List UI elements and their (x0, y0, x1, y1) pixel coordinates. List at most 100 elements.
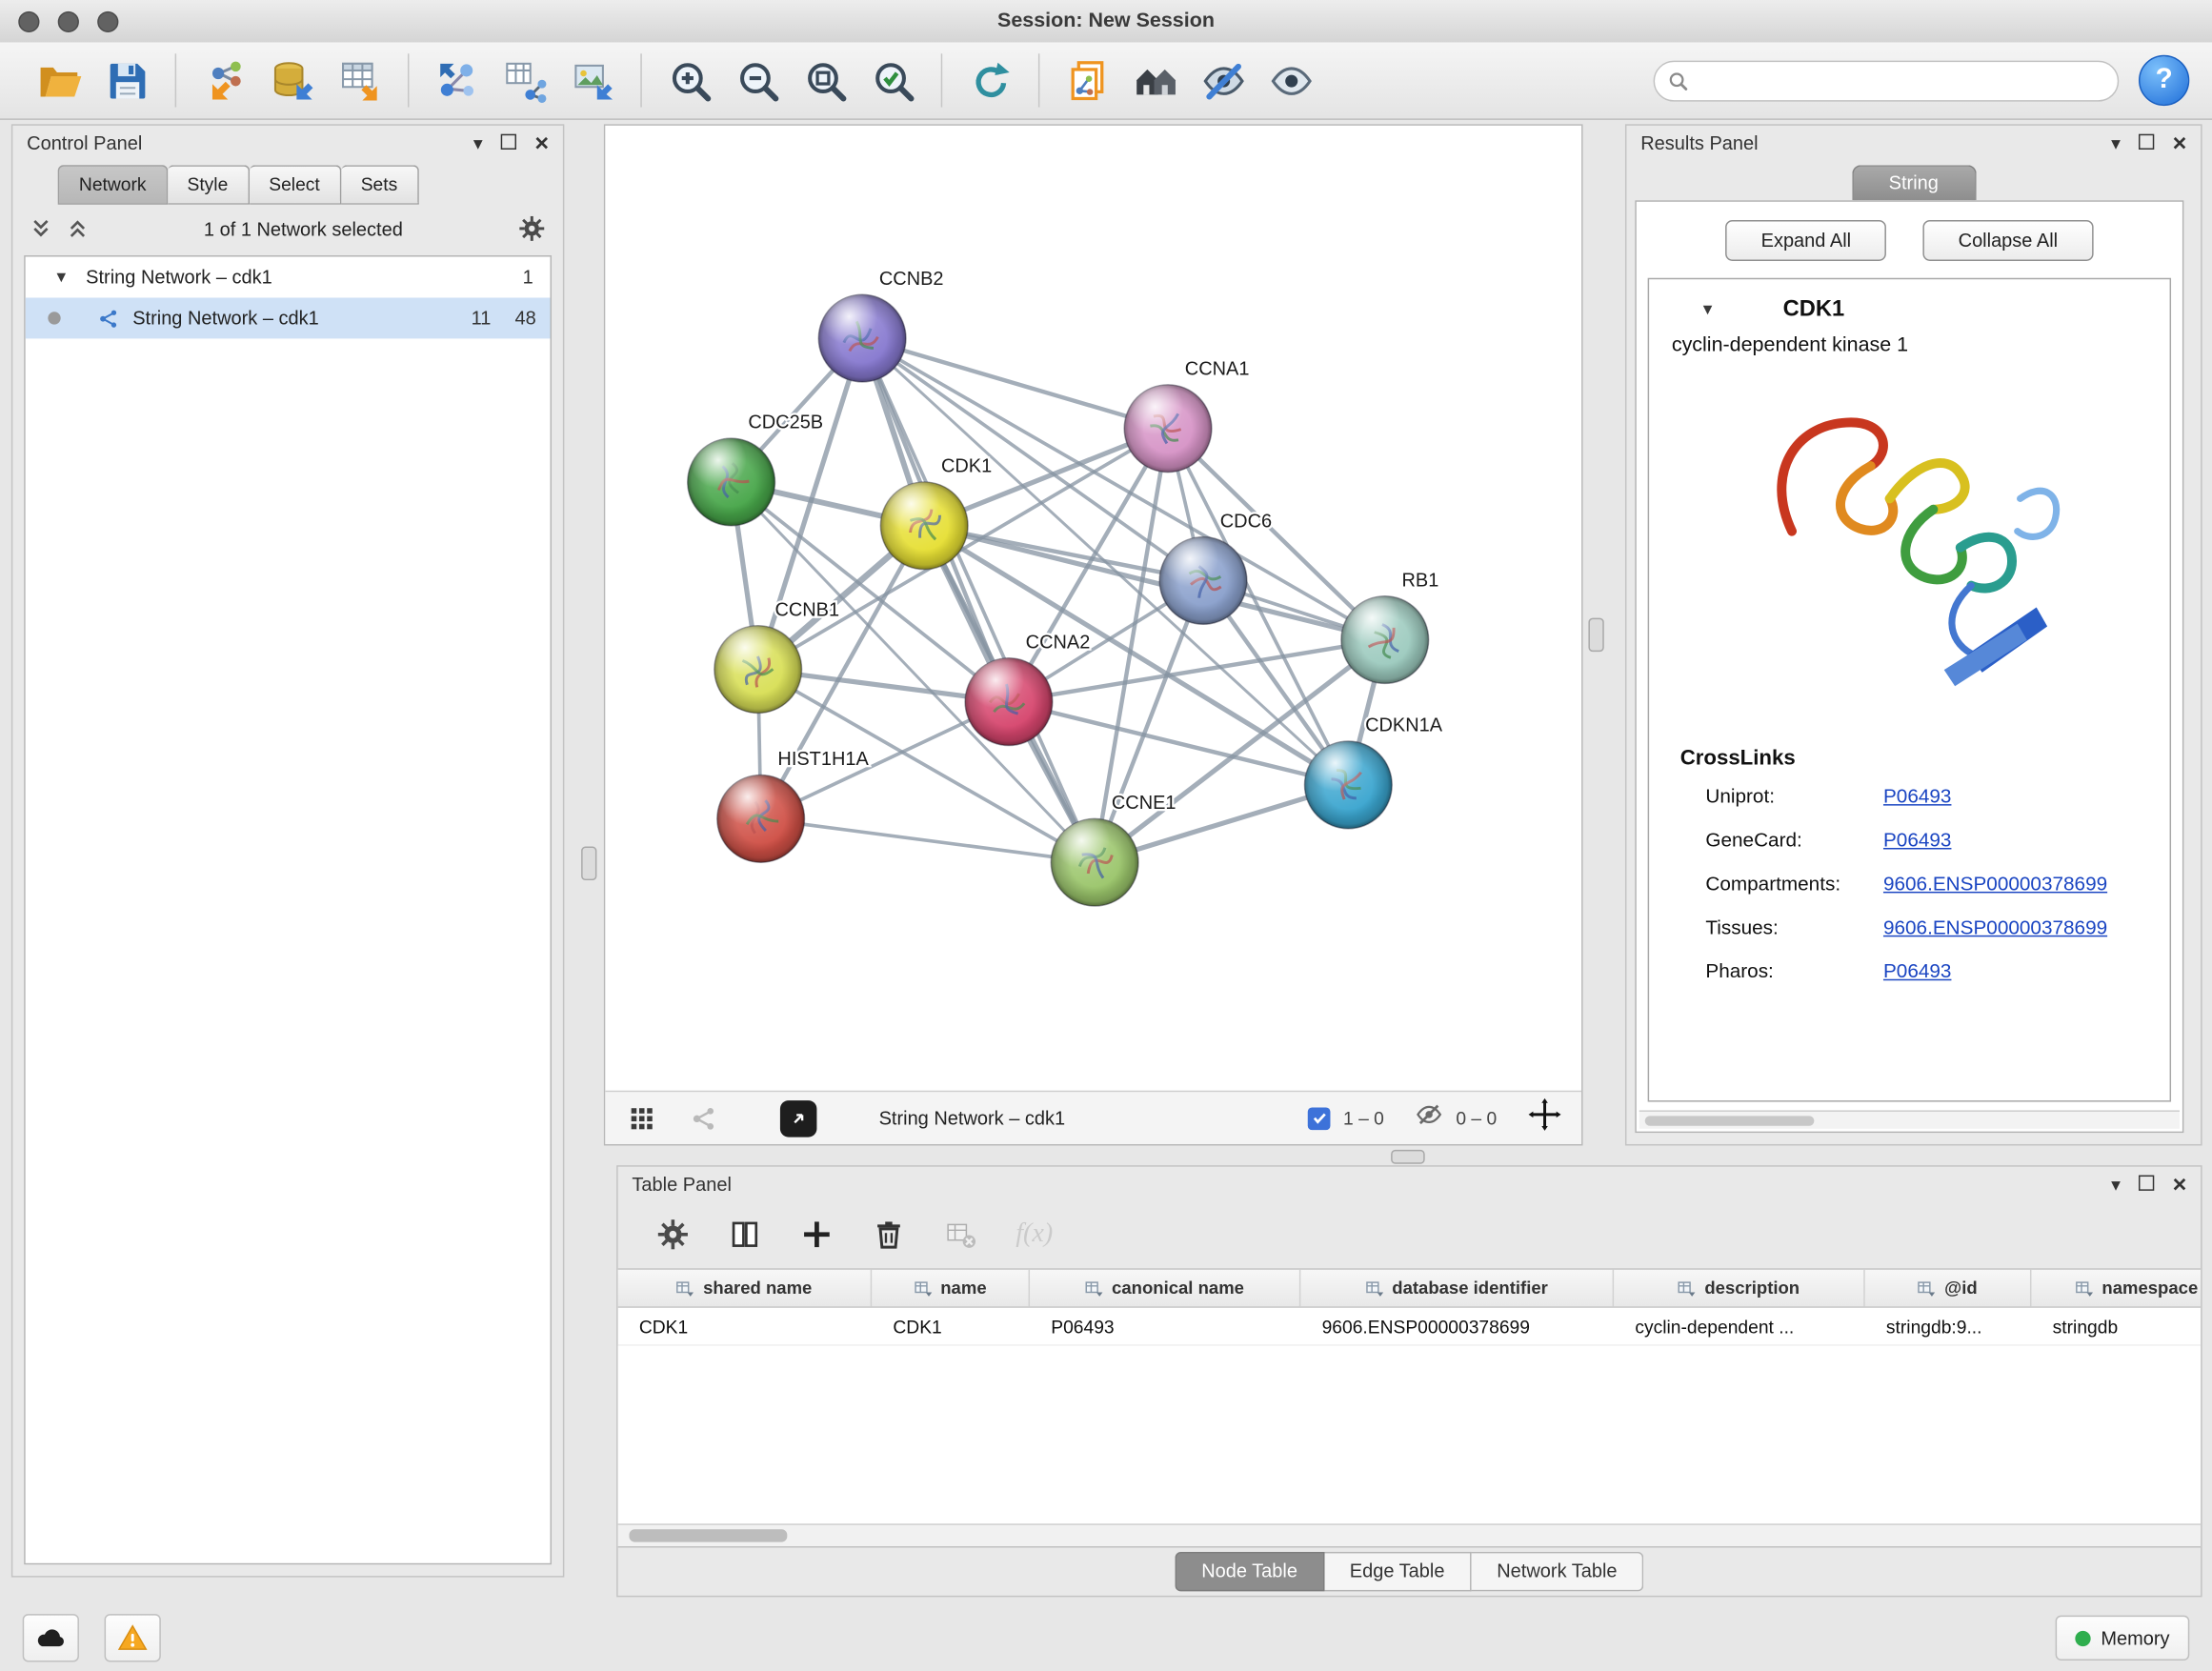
cloud-status-button[interactable] (23, 1614, 79, 1661)
panel-close-icon[interactable]: × (2173, 131, 2187, 154)
column-header--id[interactable]: @id (1865, 1270, 2032, 1307)
panel-float-icon[interactable] (2139, 133, 2154, 151)
panel-close-icon[interactable]: × (2173, 1172, 2187, 1196)
crosslink-link[interactable]: P06493 (1883, 958, 1951, 981)
warnings-button[interactable] (105, 1614, 161, 1661)
splitter-handle[interactable] (581, 847, 596, 881)
column-header-database-identifier[interactable]: database identifier (1300, 1270, 1614, 1307)
network-node-CDKN1A[interactable] (1304, 741, 1392, 829)
network-row[interactable]: String Network – cdk1 11 48 (26, 297, 551, 338)
tab-string[interactable]: String (1852, 165, 1976, 200)
tab-edge-table[interactable]: Edge Table (1324, 1552, 1471, 1591)
new-network-button[interactable] (423, 48, 491, 112)
tab-sets[interactable]: Sets (341, 165, 418, 204)
table-cell[interactable]: CDK1 (618, 1308, 873, 1345)
help-button[interactable]: ? (2139, 55, 2189, 106)
panel-menu-icon[interactable]: ▾ (2111, 133, 2121, 151)
table-options-gear-icon[interactable] (656, 1218, 691, 1252)
splitter-handle[interactable] (1588, 618, 1603, 653)
export-image-button[interactable] (558, 48, 626, 112)
collapse-all-button[interactable]: Collapse All (1923, 220, 2094, 261)
zoom-fit-button[interactable] (792, 48, 859, 112)
table-cell[interactable]: cyclin-dependent ... (1614, 1308, 1865, 1345)
panel-menu-icon[interactable]: ▾ (473, 133, 483, 151)
column-header-description[interactable]: description (1614, 1270, 1865, 1307)
crosslink-link[interactable]: 9606.ENSP00000378699 (1883, 871, 2107, 894)
zoom-selected-button[interactable] (859, 48, 927, 112)
open-diagram-button[interactable] (1054, 48, 1121, 112)
select-columns-icon[interactable] (728, 1218, 762, 1252)
scrollbar-thumb[interactable] (629, 1529, 787, 1541)
panel-menu-icon[interactable]: ▾ (2111, 1175, 2121, 1193)
network-node-CCNE1[interactable] (1051, 818, 1138, 906)
crosslink-link[interactable]: P06493 (1883, 828, 1951, 851)
share-network-icon[interactable] (690, 1104, 718, 1133)
pan-crosshair-icon[interactable] (1528, 1097, 1562, 1138)
column-header-namespace[interactable]: namespace (2031, 1270, 2201, 1307)
network-node-RB1[interactable] (1341, 596, 1429, 684)
network-node-CDC6[interactable] (1159, 537, 1247, 625)
splitter-handle[interactable] (1391, 1150, 1425, 1164)
table-scrollbar[interactable] (618, 1523, 2202, 1546)
import-network-database-button[interactable] (258, 48, 326, 112)
network-node-CCNB2[interactable] (818, 294, 906, 382)
zoom-in-button[interactable] (656, 48, 724, 112)
save-session-button[interactable] (93, 48, 161, 112)
import-table-button[interactable] (326, 48, 393, 112)
memory-button[interactable]: Memory (2056, 1616, 2189, 1661)
column-header-name[interactable]: name (872, 1270, 1030, 1307)
edge-CCNB2-CCNE1[interactable] (862, 338, 1095, 862)
network-collection-row[interactable]: ▼ String Network – cdk1 1 (26, 257, 551, 298)
collapse-all-networks-icon[interactable] (30, 216, 52, 242)
network-node-CCNB1[interactable] (714, 626, 802, 714)
scrollbar-thumb[interactable] (1645, 1116, 1815, 1125)
collapse-gene-icon[interactable]: ▼ (1699, 302, 1715, 319)
table-cell[interactable]: 9606.ENSP00000378699 (1300, 1308, 1614, 1345)
search-input[interactable] (1697, 69, 2101, 92)
tab-network-table[interactable]: Network Table (1472, 1552, 1644, 1591)
panel-float-icon[interactable] (2139, 1175, 2154, 1193)
table-cell[interactable]: stringdb:9... (1865, 1308, 2032, 1345)
import-network-file-button[interactable] (191, 48, 258, 112)
open-in-window-icon[interactable] (780, 1099, 817, 1137)
column-header-canonical-name[interactable]: canonical name (1030, 1270, 1300, 1307)
panel-float-icon[interactable] (501, 133, 516, 151)
table-row[interactable]: CDK1CDK1P064939606.ENSP00000378699cyclin… (618, 1308, 2202, 1346)
selected-checkbox-icon[interactable] (1308, 1107, 1331, 1130)
refresh-layout-button[interactable] (956, 48, 1024, 112)
tree-expand-icon[interactable]: ▼ (53, 269, 69, 286)
edge-CCNB2-CCNA1[interactable] (862, 338, 1168, 429)
grid-view-icon[interactable] (628, 1104, 656, 1133)
tab-node-table[interactable]: Node Table (1175, 1552, 1324, 1591)
table-cell[interactable]: stringdb (2031, 1308, 2201, 1345)
expand-all-networks-icon[interactable] (67, 216, 90, 242)
crosslink-link[interactable]: 9606.ENSP00000378699 (1883, 915, 2107, 937)
network-graph[interactable]: CCNB2CCNA1CDC25BCDK1CDC6RB1CCNB1CCNA2CDK… (605, 126, 1581, 1091)
crosslink-link[interactable]: P06493 (1883, 784, 1951, 807)
hidden-eye-slash-icon[interactable] (1415, 1100, 1443, 1136)
tab-style[interactable]: Style (168, 165, 250, 204)
edge-CDK1-RB1[interactable] (924, 526, 1385, 640)
network-node-HIST1H1A[interactable] (717, 775, 805, 863)
add-column-icon[interactable] (800, 1218, 835, 1252)
open-session-button[interactable] (26, 48, 93, 112)
zoom-out-button[interactable] (724, 48, 792, 112)
table-cell[interactable]: P06493 (1030, 1308, 1300, 1345)
panel-close-icon[interactable]: × (534, 131, 549, 154)
table-cell[interactable]: CDK1 (872, 1308, 1030, 1345)
tab-network[interactable]: Network (58, 165, 168, 204)
show-all-button[interactable] (1257, 48, 1324, 112)
network-options-gear-icon[interactable] (517, 214, 546, 243)
home-button[interactable] (1121, 48, 1189, 112)
results-scrollbar[interactable] (1639, 1110, 2180, 1128)
network-node-CDK1[interactable] (880, 482, 968, 570)
delete-column-icon[interactable] (872, 1218, 906, 1252)
column-header-shared-name[interactable]: shared name (618, 1270, 873, 1307)
hide-selected-button[interactable] (1189, 48, 1257, 112)
network-from-table-button[interactable] (491, 48, 558, 112)
network-node-CDC25B[interactable] (688, 438, 775, 526)
network-node-CCNA1[interactable] (1124, 385, 1212, 473)
tab-select[interactable]: Select (250, 165, 341, 204)
network-node-CCNA2[interactable] (965, 658, 1053, 746)
edge-CCNE1-HIST1H1A[interactable] (761, 818, 1095, 862)
